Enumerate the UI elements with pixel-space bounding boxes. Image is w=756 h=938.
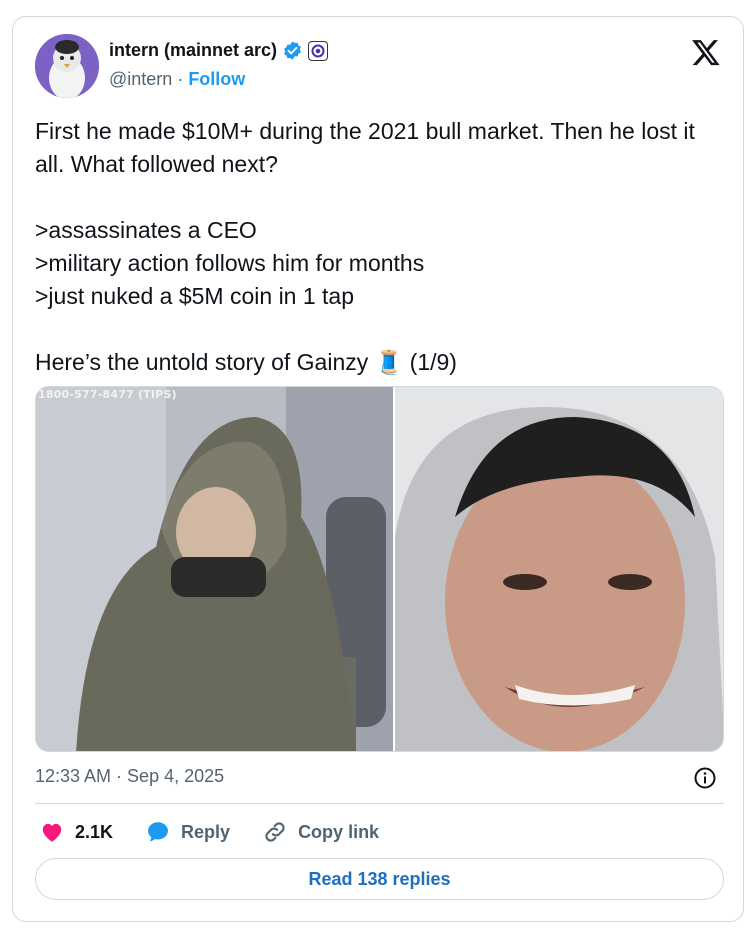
tweet-text: First he made $10M+ during the 2021 bull…: [35, 118, 695, 375]
like-button[interactable]: 2.1K: [39, 819, 113, 845]
author-handle-row: @intern · Follow: [109, 69, 245, 90]
copy-link-label: Copy link: [298, 821, 380, 842]
x-logo-icon[interactable]: [691, 37, 721, 67]
reply-button[interactable]: Reply: [145, 819, 230, 845]
avatar[interactable]: [35, 34, 99, 98]
handle-separator: ·: [177, 69, 184, 89]
copy-link-button[interactable]: Copy link: [262, 819, 379, 845]
reply-label: Reply: [181, 821, 231, 842]
affiliate-badge-icon: [308, 40, 329, 61]
media-image-right[interactable]: [395, 387, 723, 751]
embedded-tweet-card: intern (mainnet arc) @intern · Follow Fi…: [12, 16, 744, 922]
reply-bubble-icon: [148, 822, 168, 842]
author-display-name[interactable]: intern (mainnet arc): [109, 40, 277, 61]
media-caption: 1800-577-8477 (TIPS): [38, 388, 177, 401]
divider: [35, 803, 724, 804]
like-count: 2.1K: [75, 821, 114, 842]
tweet-timestamp[interactable]: 12:33 AM · Sep 4, 2025: [35, 766, 224, 787]
heart-icon: [42, 823, 62, 842]
verified-badge-icon: [284, 41, 301, 60]
author-name-row: intern (mainnet arc): [109, 40, 329, 61]
penguin-avatar-icon: [35, 34, 99, 98]
media-image-left[interactable]: 1800-577-8477 (TIPS): [36, 387, 393, 751]
read-replies-button[interactable]: Read 138 replies: [35, 858, 724, 900]
surveillance-photo: [36, 387, 393, 751]
selfie-photo: [395, 387, 723, 751]
author-handle[interactable]: @intern: [109, 69, 172, 90]
info-icon[interactable]: [693, 766, 717, 790]
follow-link[interactable]: Follow: [188, 69, 245, 90]
link-icon: [265, 822, 285, 842]
tweet-media[interactable]: 1800-577-8477 (TIPS): [35, 386, 724, 752]
tweet-actions: 2.1K Reply Copy link: [39, 819, 411, 845]
